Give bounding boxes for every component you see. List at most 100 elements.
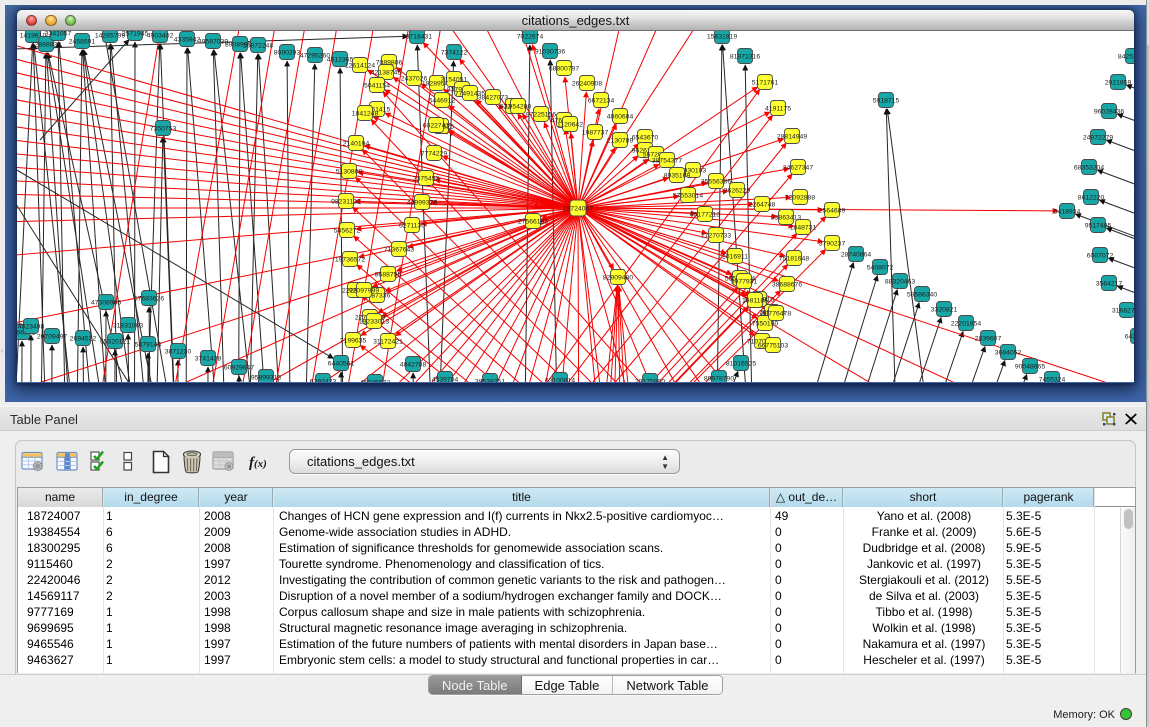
svg-text:4335942: 4335942 — [174, 36, 201, 43]
svg-text:19736572: 19736572 — [335, 256, 365, 263]
svg-text:89978790: 89978790 — [704, 375, 734, 382]
svg-text:38688676: 38688676 — [772, 281, 802, 288]
svg-text:19233013: 19233013 — [359, 318, 389, 325]
svg-text:6672134: 6672134 — [588, 97, 615, 104]
svg-text:6007072: 6007072 — [1087, 252, 1114, 259]
svg-text:90048665: 90048665 — [1015, 363, 1045, 370]
svg-text:88320463: 88320463 — [885, 278, 915, 285]
svg-text:68353204: 68353204 — [1074, 164, 1104, 171]
svg-text:47295260: 47295260 — [300, 52, 330, 59]
svg-text:8612220: 8612220 — [1078, 194, 1105, 201]
svg-text:58586340: 58586340 — [907, 291, 937, 298]
svg-text:14265799: 14265799 — [95, 32, 125, 39]
svg-text:5418934: 5418934 — [1054, 208, 1081, 215]
svg-text:3341057: 3341057 — [45, 31, 72, 37]
svg-text:57683626: 57683626 — [134, 295, 164, 302]
svg-text:31831063: 31831063 — [113, 322, 143, 329]
svg-text:66775103: 66775103 — [758, 342, 788, 349]
svg-text:2140194: 2140194 — [343, 140, 370, 147]
svg-text:8090293: 8090293 — [274, 49, 301, 56]
svg-text:4539704: 4539704 — [432, 376, 459, 382]
svg-text:71367643: 71367643 — [384, 246, 414, 253]
svg-text:38538251: 38538251 — [475, 378, 505, 382]
svg-text:10872248: 10872248 — [243, 42, 273, 49]
svg-text:23718431: 23718431 — [402, 33, 432, 40]
svg-text:7199635: 7199635 — [340, 337, 367, 344]
svg-text:2564689: 2564689 — [819, 207, 846, 214]
svg-text:2839607: 2839607 — [975, 335, 1002, 342]
svg-text:84252722: 84252722 — [1118, 53, 1134, 60]
svg-text:6438436: 6438436 — [1125, 333, 1134, 340]
svg-text:4823498: 4823498 — [18, 323, 45, 330]
svg-text:28740864: 28740864 — [841, 251, 871, 258]
svg-text:5918715: 5918715 — [873, 97, 900, 104]
svg-text:31682744: 31682744 — [1112, 307, 1134, 314]
svg-text:72092888: 72092888 — [785, 194, 815, 201]
svg-text:4860684: 4860684 — [607, 113, 634, 120]
svg-text:95899313: 95899313 — [251, 374, 281, 381]
svg-text:5479144: 5479144 — [135, 341, 162, 348]
svg-text:1954280: 1954280 — [505, 103, 532, 110]
svg-text:7350753: 7350753 — [150, 125, 177, 132]
svg-text:3790237: 3790237 — [819, 240, 846, 247]
svg-text:82909480: 82909480 — [603, 274, 633, 281]
svg-text:3684052: 3684052 — [995, 349, 1022, 356]
svg-text:35556386: 35556386 — [701, 178, 731, 185]
svg-text:24972279: 24972279 — [1083, 134, 1113, 141]
svg-text:28814949: 28814949 — [777, 133, 807, 140]
svg-text:63100814: 63100814 — [545, 377, 575, 382]
svg-text:1848731: 1848731 — [790, 224, 817, 231]
svg-text:47308985: 47308985 — [91, 299, 121, 306]
svg-text:39587039: 39587039 — [198, 38, 228, 45]
svg-text:42138745: 42138745 — [371, 69, 401, 76]
svg-text:1981186: 1981186 — [742, 297, 768, 304]
svg-text:4842788: 4842788 — [400, 361, 427, 368]
svg-text:8935169: 8935169 — [664, 172, 691, 179]
svg-text:96028436: 96028436 — [1094, 108, 1124, 115]
svg-text:5130808: 5130808 — [336, 168, 363, 175]
svg-text:57553014: 57553014 — [673, 192, 703, 199]
svg-text:6022741: 6022741 — [423, 122, 450, 129]
svg-text:2694522: 2694522 — [70, 335, 97, 342]
svg-text:98231132: 98231132 — [331, 198, 361, 205]
svg-text:95320121: 95320121 — [100, 338, 130, 345]
svg-text:20709497: 20709497 — [37, 333, 67, 340]
svg-text:15831819: 15831819 — [707, 33, 737, 40]
svg-text:2626229: 2626229 — [724, 187, 751, 194]
svg-text:75181648: 75181648 — [779, 255, 809, 262]
svg-text:34627347: 34627347 — [783, 164, 813, 171]
svg-text:22201654: 22201654 — [951, 320, 981, 327]
svg-text:5171761: 5171761 — [752, 79, 779, 86]
svg-text:81971316: 81971316 — [730, 53, 760, 60]
svg-text:2458591: 2458591 — [69, 38, 96, 45]
svg-text:3320821: 3320821 — [931, 306, 958, 313]
svg-text:30776478: 30776478 — [761, 310, 791, 317]
svg-text:3871230: 3871230 — [165, 348, 192, 355]
svg-text:27566185: 27566185 — [518, 218, 548, 225]
svg-text:42868828: 42868828 — [31, 41, 61, 48]
svg-text:3564217: 3564217 — [1096, 280, 1123, 287]
svg-text:31172421: 31172421 — [373, 338, 403, 345]
svg-text:6271130: 6271130 — [399, 222, 425, 229]
svg-text:2016911: 2016911 — [722, 253, 748, 260]
svg-text:7374122: 7374122 — [441, 49, 468, 56]
svg-text:65177213: 65177213 — [690, 211, 720, 218]
svg-text:81016525: 81016525 — [726, 360, 756, 367]
svg-text:2375453: 2375453 — [413, 175, 440, 182]
svg-text:1841248: 1841248 — [352, 110, 379, 117]
svg-text:5408072: 5408072 — [867, 264, 894, 271]
svg-text:2264748: 2264748 — [749, 201, 776, 208]
svg-text:3741438: 3741438 — [195, 355, 222, 362]
svg-text:18724007: 18724007 — [563, 205, 593, 212]
svg-text:38754377: 38754377 — [652, 157, 682, 164]
svg-text:5456272: 5456272 — [334, 227, 361, 234]
svg-text:44999379: 44999379 — [407, 199, 437, 206]
svg-text:17270733: 17270733 — [701, 232, 731, 239]
svg-text:4191175: 4191175 — [765, 105, 791, 112]
svg-text:45935572: 45935572 — [360, 379, 390, 382]
svg-text:8688755: 8688755 — [375, 271, 402, 278]
svg-text:7550190: 7550190 — [752, 320, 779, 327]
svg-text:5446912: 5446912 — [429, 97, 456, 104]
svg-text:5977931: 5977931 — [731, 278, 758, 285]
svg-text:12614124: 12614124 — [345, 62, 375, 69]
